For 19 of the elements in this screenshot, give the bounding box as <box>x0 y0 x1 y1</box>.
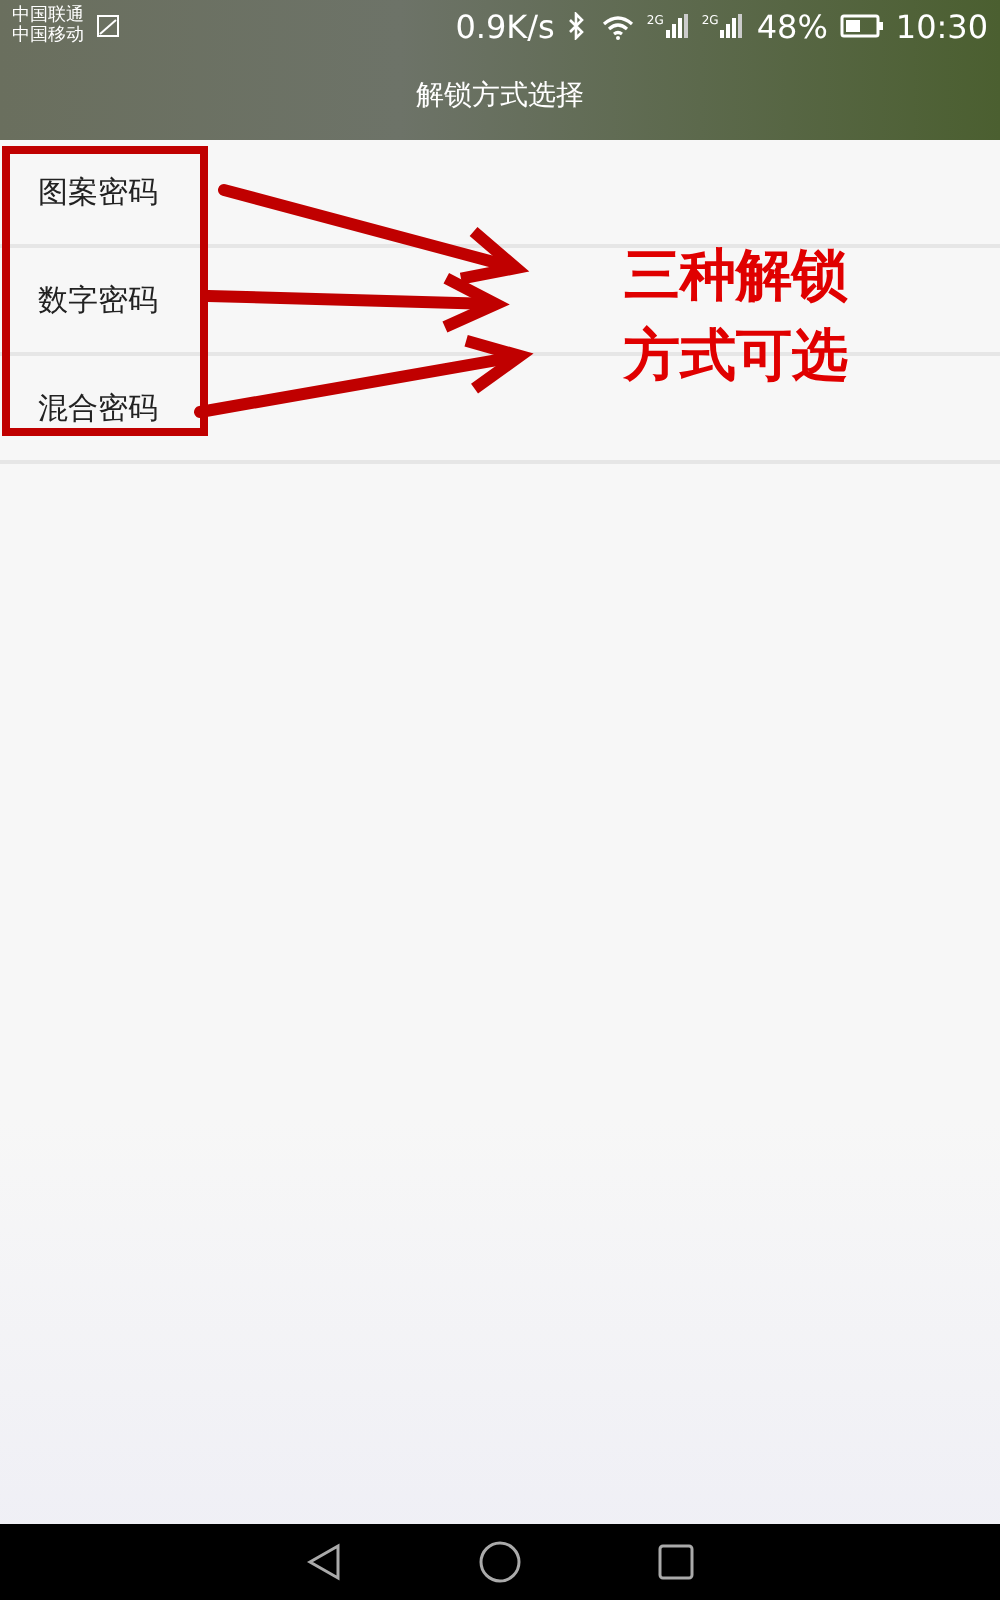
list-item[interactable]: 图案密码 <box>38 173 158 211</box>
carrier-name: 中国移动 <box>12 26 84 46</box>
clock: 10:30 <box>895 7 988 45</box>
image-icon <box>96 14 120 38</box>
battery-percent: 48% <box>756 7 828 45</box>
back-icon[interactable] <box>306 1542 342 1582</box>
signal-icon <box>665 14 690 38</box>
carrier-name: 中国联通 <box>12 6 84 26</box>
list-item[interactable]: 数字密码 <box>38 281 158 319</box>
list-item[interactable]: 混合密码 <box>38 389 158 427</box>
signal-icon <box>720 14 745 38</box>
wifi-icon <box>602 13 635 39</box>
annotation-text: 三种解锁 <box>624 240 848 312</box>
home-icon[interactable] <box>478 1540 522 1584</box>
recents-icon[interactable] <box>658 1544 694 1580</box>
annotation-text: 方式可选 <box>624 320 848 392</box>
network-speed: 0.9K/s <box>455 7 555 45</box>
battery-icon <box>839 14 884 38</box>
screen-title: 解锁方式选择 <box>416 78 584 114</box>
